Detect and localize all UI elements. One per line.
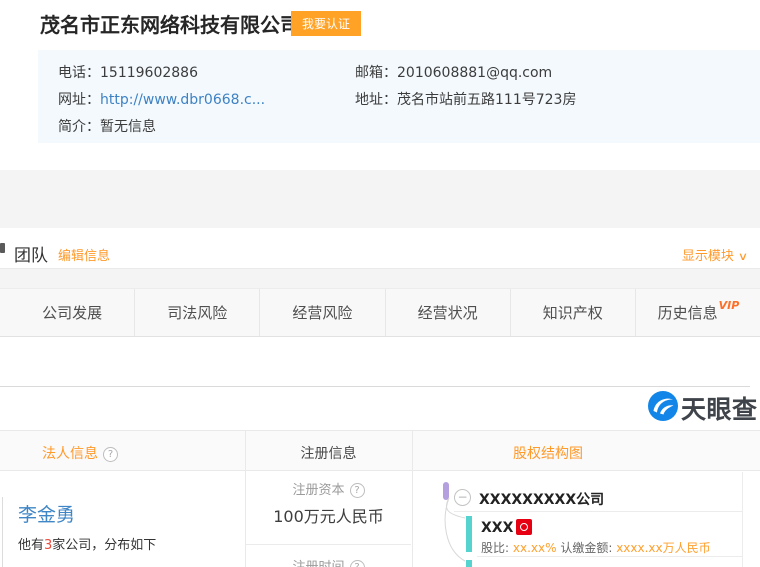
address-row: 地址：茂名市站前五路111号723房 <box>355 89 576 109</box>
tab-operation-status[interactable]: 经营状况 <box>385 289 510 336</box>
page-gap-band-2 <box>0 269 760 288</box>
legal-person-desc: 他有3家公司，分布如下 <box>18 534 156 553</box>
registration-header: 注册信息 <box>245 443 412 463</box>
amount-value: xxxx.xx万人民币 <box>616 541 710 555</box>
tianyancha-logo-icon <box>648 391 678 425</box>
registered-capital-label: 注册资本? <box>245 479 412 498</box>
phone-label: 电话： <box>58 65 100 81</box>
equity-right-border <box>742 472 743 567</box>
address-label: 地址： <box>355 92 397 108</box>
chevron-down-icon: ∨ <box>738 250 748 263</box>
ratio-value: xx.xx% <box>513 541 557 555</box>
display-module-dropdown[interactable]: 显示模块 ∨ <box>682 245 747 264</box>
registration-separator <box>246 544 411 545</box>
equity-divider-1 <box>454 511 742 512</box>
tab-label: 经营状况 <box>418 302 478 323</box>
time-label-text: 注册时间 <box>292 560 344 567</box>
legal-person-header-label: 法人信息 <box>42 446 98 462</box>
desc-suffix: 家公司，分布如下 <box>52 538 156 553</box>
intro-row: 简介：暂无信息 <box>58 116 156 136</box>
email-label: 邮箱： <box>355 65 397 81</box>
ratio-label: 股比: <box>481 541 509 555</box>
intro-label: 简介： <box>58 119 100 135</box>
desc-prefix: 他有 <box>18 538 44 553</box>
legal-person-header: 法人信息? <box>42 443 118 463</box>
tab-label: 历史信息 <box>658 302 718 323</box>
phone-row: 电话：15119602886 <box>58 62 198 82</box>
help-icon[interactable]: ? <box>103 447 118 462</box>
column-divider-1 <box>245 430 246 567</box>
tab-label: 经营风险 <box>292 302 352 323</box>
equity-child-bar-2 <box>466 560 472 567</box>
intro-value: 暂无信息 <box>100 119 156 135</box>
tianyancha-logo: 天眼查 <box>648 390 758 426</box>
website-row: 网址：http://www.dbr0668.c... <box>58 89 265 109</box>
team-section-title: 团队 <box>14 241 48 266</box>
clipped-left-border <box>2 497 3 567</box>
section-tab-bar: 公司发展 司法风险 经营风险 经营状况 知识产权 历史信息VIP <box>0 288 760 337</box>
equity-divider-2 <box>477 556 742 557</box>
email-value: 2010608881@qq.com <box>397 65 552 81</box>
legal-person-name-link[interactable]: 李金勇 <box>18 500 75 527</box>
website-label: 网址： <box>58 92 100 108</box>
equity-root-company: XXXXXXXXX公司 <box>479 489 604 509</box>
equity-child-bar <box>466 516 472 552</box>
help-icon[interactable]: ? <box>350 483 365 498</box>
website-link[interactable]: http://www.dbr0668.c... <box>100 92 265 108</box>
edit-info-link[interactable]: 编辑信息 <box>58 245 110 264</box>
panel-header-row: 法人信息? 注册信息 股权结构图 <box>0 430 760 471</box>
tab-history-info[interactable]: 历史信息VIP <box>635 289 760 336</box>
registered-time-label: 注册时间? <box>245 556 412 567</box>
capital-label-text: 注册资本 <box>292 483 344 498</box>
vip-badge: VIP <box>719 299 740 312</box>
phone-value: 15119602886 <box>100 65 198 81</box>
display-module-label: 显示模块 <box>682 249 734 264</box>
tab-judicial-risk[interactable]: 司法风险 <box>134 289 259 336</box>
equity-ratio-line: 股比: xx.xx% 认缴金额: xxxx.xx万人民币 <box>481 539 711 556</box>
address-value: 茂名市站前五路111号723房 <box>397 92 576 108</box>
tab-intellectual-property[interactable]: 知识产权 <box>510 289 635 336</box>
tianyancha-logo-text: 天眼查 <box>681 390 758 426</box>
page-gap-band <box>0 170 760 228</box>
equity-structure-header: 股权结构图 <box>513 443 583 463</box>
verify-button[interactable]: 我要认证 <box>291 11 361 36</box>
amount-label: 认缴金额: <box>560 541 612 555</box>
email-row: 邮箱：2010608881@qq.com <box>355 62 552 82</box>
team-section-bar: 团队 编辑信息 显示模块 ∨ <box>0 228 760 269</box>
company-info-box: 电话：15119602886 网址：http://www.dbr0668.c..… <box>38 50 760 143</box>
company-profile-page: 茂名市正东网络科技有限公司 我要认证 电话：15119602886 网址：htt… <box>0 0 760 567</box>
tab-company-development[interactable]: 公司发展 <box>10 289 134 336</box>
registered-capital-value: 100万元人民币 <box>245 503 412 527</box>
help-icon[interactable]: ? <box>350 560 365 567</box>
clipped-text-fragment <box>0 243 5 253</box>
tab-label: 司法风险 <box>167 302 227 323</box>
column-divider-2 <box>412 430 413 567</box>
section-divider-line <box>0 386 750 387</box>
company-name: 茂名市正东网络科技有限公司 <box>40 9 300 38</box>
tab-label: 公司发展 <box>42 302 102 323</box>
tab-label: 知识产权 <box>543 302 603 323</box>
seal-icon <box>516 519 532 535</box>
equity-child-name: XXX <box>481 520 513 536</box>
tab-operation-risk[interactable]: 经营风险 <box>259 289 384 336</box>
